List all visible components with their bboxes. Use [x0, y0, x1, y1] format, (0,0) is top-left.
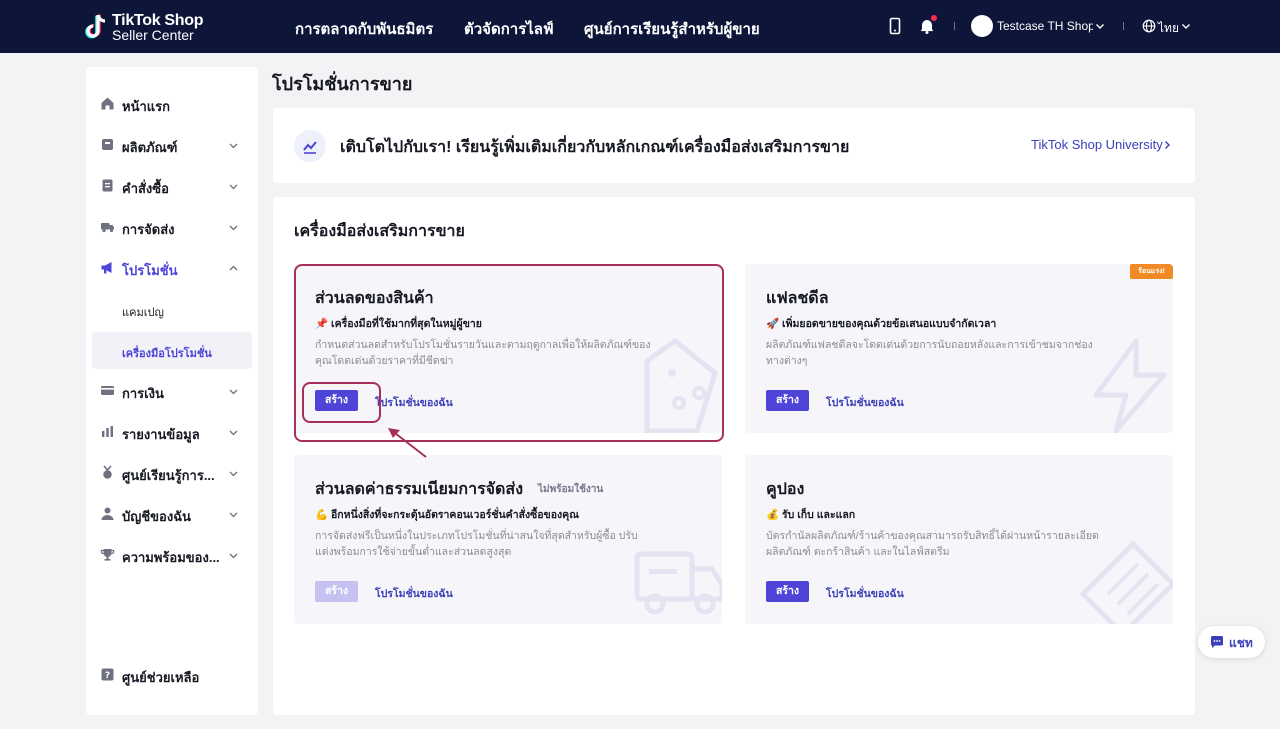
sidebar-item-label: ผลิตภัณฑ์ [122, 140, 178, 155]
sidebar-item-readiness[interactable]: ความพร้อมของ... [86, 535, 258, 575]
sidebar-item-shipping[interactable]: การจัดส่ง [86, 207, 258, 247]
growth-icon [294, 130, 326, 162]
topnav-affiliate-marketing[interactable]: การตลาดกับพันธมิตร [295, 17, 433, 41]
logo-subtitle: Seller Center [112, 27, 194, 43]
tiktok-shop-university-link[interactable]: TikTok Shop University [1031, 137, 1163, 152]
my-promotions-link[interactable]: โปรโมชั่นของฉัน [375, 585, 453, 602]
sidebar-subitem-label: เครื่องมือโปรโมชั่น [122, 348, 212, 360]
sidebar: หน้าแรก ผลิตภัณฑ์ คำสั่งซื้อ การจัดส่ง โ… [86, 67, 258, 715]
sidebar-item-label: โปรโมชั่น [122, 263, 178, 278]
card-subtitle: 💪 อีกหนึ่งสิ่งที่จะกระตุ้นอัตราคอนเวอร์ช… [315, 509, 579, 521]
chevron-down-icon [229, 225, 238, 231]
chevron-down-icon [229, 430, 238, 436]
chevron-down-icon [229, 143, 238, 149]
banner-text: เติบโตไปกับเรา! เรียนรู้เพิ่มเติมเกี่ยวก… [340, 139, 850, 156]
chevron-down-icon [229, 553, 238, 559]
sidebar-item-my-account[interactable]: บัญชีของฉัน [86, 494, 258, 534]
sidebar-item-label: การจัดส่ง [122, 222, 175, 237]
sidebar-item-data-reports[interactable]: รายงานข้อมูล [86, 412, 258, 452]
user-icon [101, 507, 114, 520]
sidebar-item-label: ศูนย์ช่วยเหลือ [122, 670, 200, 685]
create-button[interactable]: สร้าง [315, 581, 358, 602]
card-icon [101, 386, 114, 395]
tiktok-note-icon [85, 14, 106, 39]
my-promotions-link[interactable]: โปรโมชั่นของฉัน [826, 394, 904, 411]
coupon-card: คูปอง 💰 รับ เก็บ และแลก บัตรกำนัลผลิตภัณ… [745, 455, 1173, 624]
sidebar-subitem-promotion-tools[interactable]: เครื่องมือโปรโมชั่น [92, 332, 252, 369]
megaphone-icon [101, 262, 112, 274]
help-icon: ? [101, 668, 114, 681]
my-promotions-link[interactable]: โปรโมชั่นของฉัน [826, 585, 904, 602]
sidebar-item-label: ศูนย์เรียนรู้การ... [122, 468, 215, 483]
globe-icon[interactable] [1142, 19, 1156, 33]
card-subtitle: 🚀 เพิ่มยอดขายของคุณด้วยข้อเสนอแบบจำกัดเว… [766, 318, 997, 330]
sidebar-item-orders[interactable]: คำสั่งซื้อ [86, 166, 258, 206]
chevron-down-icon [229, 184, 238, 190]
sidebar-item-help-center[interactable]: ? ศูนย์ช่วยเหลือ [86, 655, 258, 695]
chevron-up-icon [229, 265, 238, 271]
sidebar-item-label: คำสั่งซื้อ [122, 181, 169, 196]
truck-icon [101, 223, 114, 233]
page-title: โปรโมชั่นการขาย [272, 74, 413, 94]
chevron-right-icon[interactable] [1162, 140, 1172, 150]
product-icon [102, 139, 113, 150]
card-description: ผลิตภัณฑ์แฟลชดีลจะโดดเด่นด้วยการนับถอยหล… [766, 339, 1093, 367]
top-navigation-bar: TikTok Shop Seller Center การตลาดกับพันธ… [0, 0, 1280, 53]
chevron-down-icon[interactable] [1181, 21, 1191, 31]
topnav-seller-university[interactable]: ศูนย์การเรียนรู้สำหรับผู้ขาย [584, 17, 760, 41]
university-banner: เติบโตไปกับเรา! เรียนรู้เพิ่มเติมเกี่ยวก… [273, 108, 1195, 183]
avatar[interactable] [971, 15, 993, 37]
sidebar-item-label: หน้าแรก [122, 99, 170, 114]
card-description: การจัดส่งฟรีเป็นหนึ่งในประเภทโปรโมชั่นที… [315, 530, 638, 558]
pointer-arrow-icon [388, 428, 427, 458]
sidebar-item-label: ความพร้อมของ... [122, 550, 220, 565]
card-title: ส่วนลดค่าธรรมเนียมการจัดส่ง [315, 481, 524, 498]
create-button[interactable]: สร้าง [766, 581, 809, 602]
chevron-down-icon [229, 471, 238, 477]
sidebar-item-finance[interactable]: การเงิน [86, 371, 258, 411]
sidebar-item-home[interactable]: หน้าแรก [86, 84, 258, 124]
card-title: แฟลชดีล [766, 290, 829, 307]
trophy-icon [100, 549, 115, 561]
order-icon [102, 179, 113, 192]
sidebar-item-label: รายงานข้อมูล [122, 427, 200, 442]
chart-icon [102, 426, 113, 437]
card-subtitle: 💰 รับ เก็บ และแลก [766, 509, 856, 521]
sidebar-item-label: การเงิน [122, 386, 164, 401]
sidebar-item-promotions[interactable]: โปรโมชั่น [86, 248, 258, 288]
shipping-fee-discount-card: ส่วนลดค่าธรรมเนียมการจัดส่ง ไม่พร้อมใช้ง… [294, 455, 722, 624]
notification-dot [931, 15, 937, 21]
mobile-phone-icon[interactable] [886, 17, 904, 35]
sidebar-subitem-campaigns[interactable]: แคมเปญ [92, 291, 252, 328]
hot-badge: ร้อนแรง! [1130, 264, 1173, 279]
chat-label: แชท [1229, 636, 1253, 650]
sidebar-subitem-label: แคมเปญ [122, 307, 164, 319]
topnav-live-manager[interactable]: ตัวจัดการไลฟ์ [464, 17, 554, 41]
divider [1123, 22, 1124, 30]
sidebar-item-label: บัญชีของฉัน [122, 509, 191, 524]
divider [954, 22, 955, 30]
chevron-down-icon[interactable] [1095, 21, 1105, 31]
tiktok-shop-logo[interactable]: TikTok Shop Seller Center [84, 11, 204, 43]
unavailable-badge: ไม่พร้อมใช้งาน [538, 484, 604, 495]
card-title: คูปอง [766, 481, 805, 498]
svg-text:?: ? [105, 671, 110, 681]
chevron-down-icon [229, 389, 238, 395]
chevron-down-icon [229, 512, 238, 518]
chat-bubble-icon [1210, 636, 1223, 648]
home-icon [101, 97, 114, 110]
medal-icon [103, 465, 112, 479]
sidebar-item-products[interactable]: ผลิตภัณฑ์ [86, 125, 258, 165]
language-label[interactable]: ไทย [1158, 19, 1179, 38]
card-description: บัตรกำนัลผลิตภัณฑ์/ร้านค้าของคุณสามารถรั… [766, 530, 1099, 558]
shop-name[interactable]: Testcase TH Shop W [997, 19, 1093, 33]
sidebar-item-learning-center[interactable]: ศูนย์เรียนรู้การ... [86, 453, 258, 493]
chat-button[interactable]: แชท [1198, 626, 1265, 658]
highlight-box-create-button [302, 382, 381, 423]
section-title: เครื่องมือส่งเสริมการขาย [294, 223, 465, 240]
flash-deal-card: ร้อนแรง! แฟลชดีล 🚀 เพิ่มยอดขายของคุณด้วย… [745, 264, 1173, 433]
create-button[interactable]: สร้าง [766, 390, 809, 411]
